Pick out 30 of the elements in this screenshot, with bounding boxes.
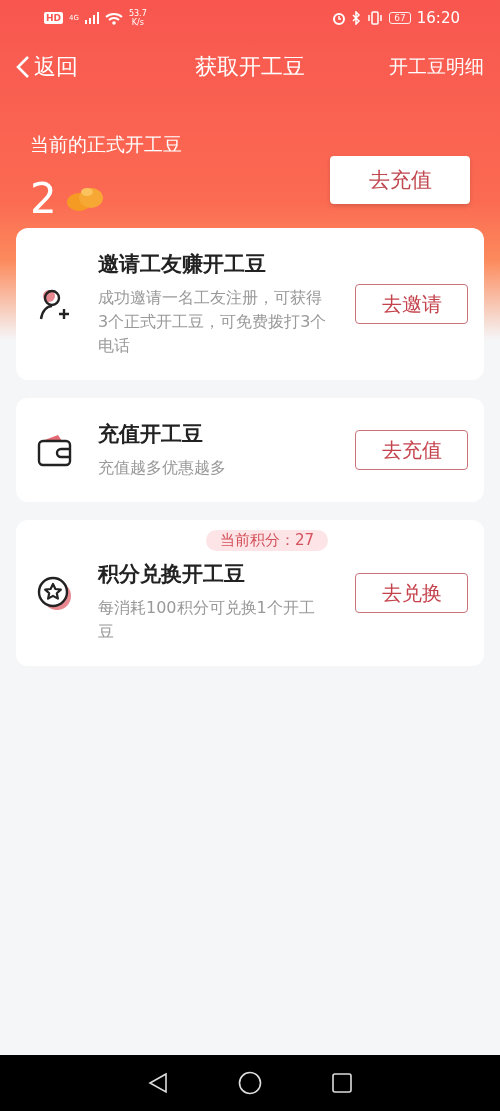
network-speed: 53.7 K/s <box>128 9 147 27</box>
home-nav-icon[interactable] <box>238 1071 262 1095</box>
balance-value: 2 <box>30 174 57 223</box>
details-link[interactable]: 开工豆明细 <box>364 54 484 80</box>
balance-label: 当前的正式开工豆 <box>30 132 183 157</box>
card-description: 成功邀请一名工友注册，可获得3个正式开工豆，可免费拨打3个电话 <box>98 287 328 357</box>
signal-icon <box>84 12 99 24</box>
card-title: 邀请工友赚开工豆 <box>98 251 267 278</box>
clock: 16:20 <box>416 9 460 27</box>
vibrate-icon <box>367 11 384 25</box>
card-title: 积分兑换开工豆 <box>98 561 246 588</box>
card-description: 每消耗100积分可兑换1个开工豆 <box>98 597 316 643</box>
bluetooth-icon <box>352 11 362 25</box>
points-badge: 当前积分：27 <box>206 530 329 551</box>
card-description: 充值越多优惠越多 <box>98 457 227 479</box>
page-title: 获取开工豆 <box>194 53 306 81</box>
back-nav-icon[interactable] <box>148 1072 168 1094</box>
hd-indicator: HD <box>44 12 63 24</box>
star-badge-icon <box>36 574 74 612</box>
alarm-icon <box>332 11 347 25</box>
action-button[interactable]: 去兑换 <box>355 573 468 613</box>
battery-level: 67 <box>389 12 411 24</box>
card-title: 充值开工豆 <box>98 421 204 448</box>
back-link[interactable]: 返回 <box>16 52 136 82</box>
chevron-left-icon <box>16 55 30 79</box>
action-button[interactable]: 去充值 <box>355 430 468 470</box>
recents-nav-icon[interactable] <box>332 1073 352 1093</box>
action-button[interactable]: 去邀请 <box>355 284 468 324</box>
recharge-button[interactable]: 去充值 <box>330 156 470 204</box>
wifi-icon <box>104 11 123 25</box>
